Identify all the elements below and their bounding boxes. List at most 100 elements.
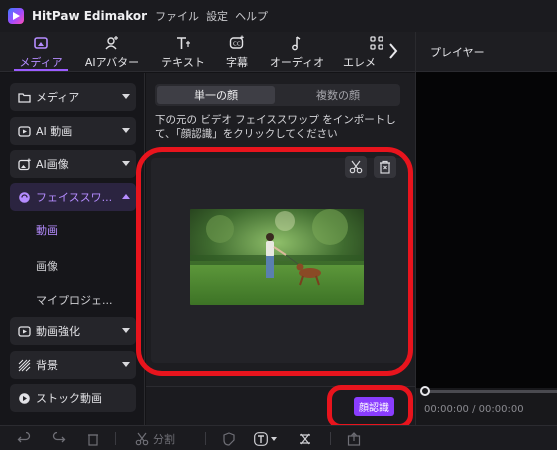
sidebar-item-label: AI 動画 [36,125,73,138]
chevron-up-icon [122,194,130,199]
trash-button[interactable] [86,431,100,447]
scissors-icon [135,432,149,446]
shield-icon [223,432,235,446]
instruction-text: 下の元の ビデオ フェイススワップ をインポートして、「顔認識」をクリックしてく… [155,114,396,140]
sidebar: メディア AI 動画 AI画像 フェイススワ... 動画 画像 マイプロジェ..… [0,73,145,425]
tool-media-label: メディア [19,56,63,69]
bottom-toolbar: 分割 [0,425,557,450]
menu-settings[interactable]: 設定 [206,8,228,24]
crop-icon [300,433,310,445]
delete-button[interactable] [374,156,396,178]
tool-text-label: テキスト [161,56,205,69]
sidebar-item-label: メディア [36,91,80,104]
subtitle-icon: CC [229,35,244,49]
tool-audio-label: オーディオ [269,56,325,69]
trash-icon [88,434,98,446]
tool-media[interactable]: メディア [16,35,66,71]
tool-ai-avatar[interactable]: AIアバター [80,35,144,71]
chevron-down-icon [122,161,130,166]
chevron-down-icon [271,437,277,441]
chevron-down-icon [122,362,130,367]
sidebar-item-stock-video[interactable]: ストック動画 [10,384,136,412]
tool-subtitle[interactable]: CC 字幕 [222,35,252,71]
tool-subtitle-label: 字幕 [226,56,248,69]
sidebar-item-label: 背景 [36,359,58,372]
video-preview-area[interactable] [151,156,411,363]
shield-button[interactable] [222,431,236,447]
enhance-icon [18,325,31,338]
active-tab-indicator [14,69,68,71]
ai-video-icon [18,125,31,138]
face-mode-tabs: 単一の顔 複数の顔 [155,84,400,106]
text-box-icon [254,432,268,446]
menu-file[interactable]: ファイル [155,8,199,24]
sidebar-item-label: AI画像 [36,158,69,171]
sidebar-item-enhance[interactable]: 動画強化 [10,317,136,345]
export-button[interactable] [347,431,361,447]
sidebar-item-face-swap[interactable]: フェイススワ... [10,183,136,211]
media-icon [34,37,48,49]
chevron-right-icon[interactable] [385,36,401,66]
sidebar-subitem-my-projects[interactable]: マイプロジェ... [36,292,113,308]
redo-button[interactable] [52,431,66,447]
video-thumbnail [190,209,364,305]
player-title: プレイヤー [416,32,557,72]
face-swap-panel: 単一の顔 複数の顔 下の元の ビデオ フェイススワップ をインポートして、「顔認… [146,73,415,425]
sidebar-item-label: 動画強化 [36,325,80,338]
title-bar: HitPaw Edimakor ファイル 設定 ヘルプ [0,0,557,32]
player-time-current: 00:00:00 [424,404,469,415]
export-icon [347,432,361,446]
undo-icon [17,432,31,443]
menu-help[interactable]: ヘルプ [235,8,268,24]
player-progress-handle[interactable] [420,386,430,396]
player-progress-track[interactable] [424,390,557,393]
sidebar-item-label: フェイススワ... [36,191,113,204]
audio-icon [292,36,301,51]
player-time-total: 00:00:00 [478,404,524,415]
tool-elements[interactable]: エレメ [343,35,383,71]
sidebar-subitem-image[interactable]: 画像 [36,258,58,274]
sidebar-item-media[interactable]: メディア [10,83,136,111]
stock-video-icon [18,392,31,405]
text-tool-button[interactable] [254,431,277,447]
scissors-icon [349,160,363,174]
tab-multiple-faces[interactable]: 複数の顔 [279,86,397,104]
sidebar-item-ai-video[interactable]: AI 動画 [10,117,136,145]
trash-icon [380,160,390,174]
face-detect-button[interactable]: 顔認識 [354,397,394,416]
divider [115,432,116,445]
text-icon [177,37,190,49]
divider [330,432,331,445]
svg-text:CC: CC [233,42,241,48]
chevron-down-icon [122,128,130,133]
ai-image-icon [18,158,31,171]
player-time-separator: / [472,404,476,415]
undo-button[interactable] [17,431,31,447]
tool-audio[interactable]: オーディオ [265,35,329,71]
sidebar-item-ai-image[interactable]: AI画像 [10,150,136,178]
player-panel: プレイヤー 00:00:00 / 00:00:00 [415,32,557,425]
sidebar-item-background[interactable]: 背景 [10,351,136,379]
chevron-down-icon [122,94,130,99]
sidebar-subitem-video[interactable]: 動画 [36,222,58,238]
cut-button[interactable] [345,156,367,178]
background-icon [18,359,31,372]
tool-text[interactable]: テキスト [157,35,209,71]
player-time: 00:00:00 / 00:00:00 [424,404,524,415]
redo-icon [52,432,66,443]
split-label: 分割 [153,433,175,446]
split-button[interactable]: 分割 [135,431,175,447]
player-screen [416,72,557,388]
crop-button[interactable] [298,431,312,447]
chevron-down-icon [122,328,130,333]
main-toolbar: メディア AIアバター テキスト CC 字幕 オーディオ エレメ [0,32,415,72]
tool-ai-avatar-label: AIアバター [84,56,140,69]
folder-icon [18,91,31,104]
app-logo-icon [8,8,24,24]
tool-elements-label: エレメ [343,56,376,69]
elements-icon [370,36,383,50]
ai-avatar-icon [105,36,118,50]
face-swap-icon [18,191,31,204]
tab-single-face[interactable]: 単一の顔 [157,86,275,104]
divider [205,432,206,445]
